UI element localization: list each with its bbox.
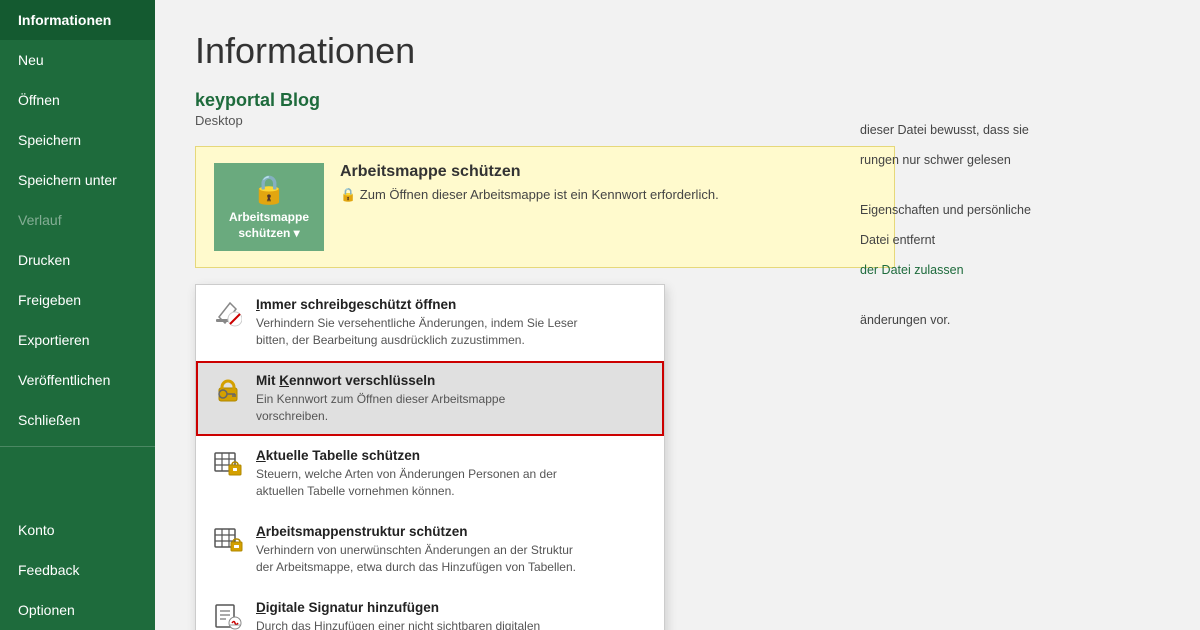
- file-name: keyportal Blog: [195, 90, 1160, 111]
- signature-icon: [212, 600, 244, 630]
- sidebar-item-schliessen[interactable]: Schließen: [0, 400, 155, 440]
- sidebar-item-verlauf: Verlauf: [0, 200, 155, 240]
- info-text-2: rungen nur schwer gelesen: [860, 150, 1170, 170]
- table-lock-icon: [212, 448, 244, 480]
- dropdown-item-mit-kennwort[interactable]: Mit Kennwort verschlüsseln Ein Kennwort …: [196, 361, 664, 437]
- lock-icon: 🔒: [252, 173, 287, 206]
- info-text-3: Eigenschaften und persönliche: [860, 200, 1170, 220]
- dropdown-item-digitale-signatur[interactable]: Digitale Signatur hinzufügen Durch das H…: [196, 588, 664, 630]
- sidebar-item-drucken[interactable]: Drucken: [0, 240, 155, 280]
- sidebar-item-exportieren[interactable]: Exportieren: [0, 320, 155, 360]
- sidebar-item-informationen[interactable]: Informationen: [0, 0, 155, 40]
- sidebar-item-speichern[interactable]: Speichern: [0, 120, 155, 160]
- dropdown-item-text-arbeitsmappenstruktur: Arbeitsmappenstruktur schützen Verhinder…: [256, 524, 576, 576]
- info-text-1: dieser Datei bewusst, dass sie: [860, 120, 1170, 140]
- main-content: Informationen keyportal Blog Desktop 🔒 A…: [155, 0, 1200, 630]
- dropdown-item-text-tabelle: Aktuelle Tabelle schützen Steuern, welch…: [256, 448, 557, 500]
- dropdown-item-aktuelle-tabelle[interactable]: Aktuelle Tabelle schützen Steuern, welch…: [196, 436, 664, 512]
- dropdown-item-desc-signatur: Durch das Hinzufügen einer nicht sichtba…: [256, 618, 541, 630]
- dropdown-item-text: Immer schreibgeschützt öffnen Verhindern…: [256, 297, 578, 349]
- dropdown-item-title: Immer schreibgeschützt öffnen: [256, 297, 578, 312]
- workbook-lock-icon: [212, 524, 244, 556]
- sidebar-item-konto[interactable]: Konto: [0, 510, 155, 550]
- sidebar-divider: [0, 446, 155, 447]
- dropdown-item-text-signatur: Digitale Signatur hinzufügen Durch das H…: [256, 600, 541, 630]
- banner-text: Arbeitsmappe schützen 🔒 Zum Öffnen diese…: [340, 163, 719, 203]
- pencil-strike-icon: [212, 297, 244, 329]
- key-lock-icon: [212, 373, 244, 405]
- dropdown-item-title-signatur: Digitale Signatur hinzufügen: [256, 600, 541, 615]
- info-link[interactable]: der Datei zulassen: [860, 263, 964, 277]
- banner-title: Arbeitsmappe schützen: [340, 163, 719, 181]
- dropdown-item-title-tabelle: Aktuelle Tabelle schützen: [256, 448, 557, 463]
- sidebar-item-freigeben[interactable]: Freigeben: [0, 280, 155, 320]
- dropdown-item-title-arbeitsmappenstruktur: Arbeitsmappenstruktur schützen: [256, 524, 576, 539]
- sidebar-item-neu[interactable]: Neu: [0, 40, 155, 80]
- sidebar-item-feedback[interactable]: Feedback: [0, 550, 155, 590]
- dropdown-item-title-kennwort: Mit Kennwort verschlüsseln: [256, 373, 505, 388]
- protect-button-label: Arbeitsmappeschützen ▾: [229, 210, 309, 241]
- sidebar-spacer: [0, 453, 155, 510]
- dropdown-item-immer-schreibgeschuetzt[interactable]: Immer schreibgeschützt öffnen Verhindern…: [196, 285, 664, 361]
- dropdown-item-desc: Verhindern Sie versehentliche Änderungen…: [256, 315, 578, 349]
- dropdown-item-arbeitsmappenstruktur[interactable]: Arbeitsmappenstruktur schützen Verhinder…: [196, 512, 664, 588]
- sidebar-item-speichern-unter[interactable]: Speichern unter: [0, 160, 155, 200]
- info-right: dieser Datei bewusst, dass sie rungen nu…: [860, 120, 1170, 340]
- sidebar-item-optionen[interactable]: Optionen: [0, 590, 155, 630]
- info-text-4: Datei entfernt: [860, 230, 1170, 250]
- banner-description: 🔒 Zum Öffnen dieser Arbeitsmappe ist ein…: [340, 187, 719, 203]
- dropdown-item-desc-arbeitsmappenstruktur: Verhindern von unerwünschten Änderungen …: [256, 542, 576, 576]
- dropdown-item-text-kennwort: Mit Kennwort verschlüsseln Ein Kennwort …: [256, 373, 505, 425]
- page-title: Informationen: [195, 30, 1160, 72]
- dropdown-item-desc-kennwort: Ein Kennwort zum Öffnen dieser Arbeitsma…: [256, 391, 505, 425]
- protection-banner: 🔒 Arbeitsmappeschützen ▾ Arbeitsmappe sc…: [195, 146, 895, 268]
- dropdown-item-desc-tabelle: Steuern, welche Arten von Änderungen Per…: [256, 466, 557, 500]
- dropdown-menu: Immer schreibgeschützt öffnen Verhindern…: [195, 284, 665, 630]
- sidebar-item-oeffnen[interactable]: Öffnen: [0, 80, 155, 120]
- protect-button[interactable]: 🔒 Arbeitsmappeschützen ▾: [214, 163, 324, 251]
- sidebar: Informationen Neu Öffnen Speichern Speic…: [0, 0, 155, 630]
- info-text-5: änderungen vor.: [860, 310, 1170, 330]
- sidebar-item-veroeffentlichen[interactable]: Veröffentlichen: [0, 360, 155, 400]
